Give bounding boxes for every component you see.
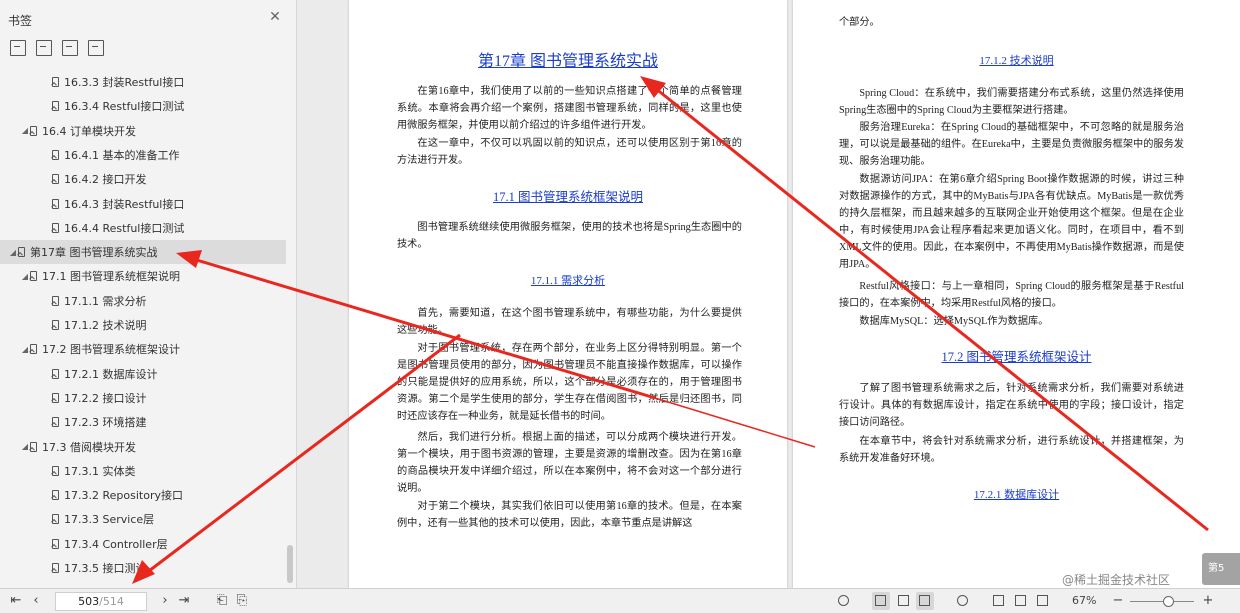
screenshot-icon[interactable] [1034, 592, 1052, 610]
fit-width-icon[interactable] [990, 592, 1008, 610]
prev-page-icon[interactable]: ‹ [28, 593, 44, 609]
arrow-tail-line [654, 397, 816, 448]
arrowhead [132, 560, 155, 584]
first-page-icon[interactable]: ⇤ [8, 593, 24, 609]
status-bar: ⇤ ‹ 503/514 › ⇥ ⎗ ⎘ 67% − + [0, 588, 1240, 613]
zoom-out-icon[interactable]: − [1110, 593, 1126, 609]
total-pages: /514 [99, 595, 124, 608]
fit-page-icon[interactable] [1012, 592, 1030, 610]
current-page: 503 [78, 595, 100, 608]
zoom-slider-handle[interactable] [1163, 596, 1174, 607]
arrowhead [176, 250, 202, 268]
two-page-view-icon[interactable] [916, 592, 934, 610]
eye-icon[interactable] [835, 592, 853, 610]
annotation-arrows [132, 76, 1209, 584]
next-page-icon[interactable]: › [157, 593, 173, 609]
back-icon[interactable]: ⎗ [214, 593, 230, 609]
zoom-level[interactable]: 67% [1072, 594, 1096, 607]
last-page-icon[interactable]: ⇥ [176, 593, 192, 609]
play-icon[interactable] [954, 592, 972, 610]
arrow-to-bookmark [189, 256, 656, 400]
continuous-view-icon[interactable] [895, 592, 913, 610]
arrow-to-page-box [144, 333, 461, 576]
zoom-in-icon[interactable]: + [1200, 593, 1216, 609]
single-page-view-icon[interactable] [872, 592, 890, 610]
forward-icon[interactable]: ⎘ [234, 593, 250, 609]
zoom-slider-track[interactable] [1130, 601, 1194, 602]
page-number-input[interactable]: 503/514 [55, 592, 147, 611]
arrow-to-chapter-title [654, 86, 1209, 532]
